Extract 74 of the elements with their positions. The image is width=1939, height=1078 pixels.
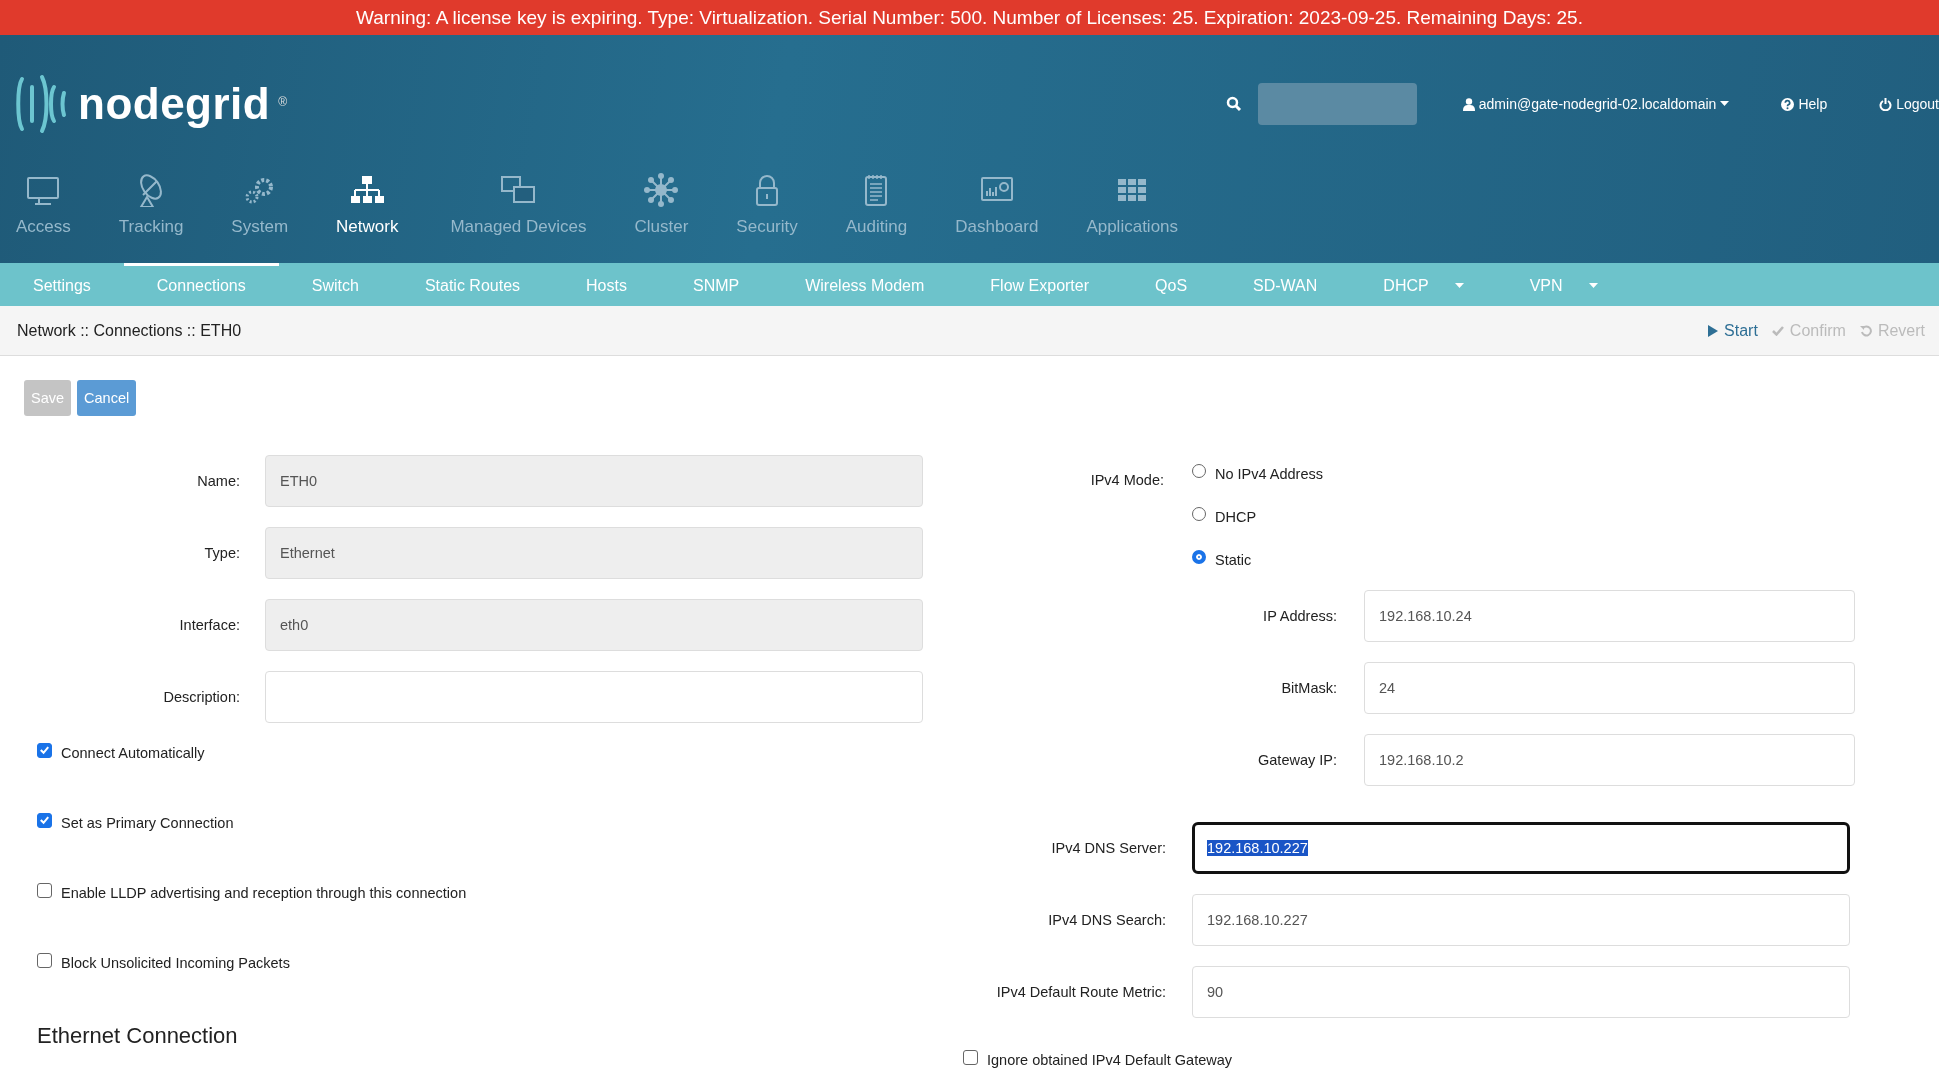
- text-field[interactable]: 192.168.10.227: [1192, 894, 1850, 946]
- undo-icon: [1859, 324, 1872, 337]
- radio-label: No IPv4 Address: [1215, 466, 1323, 482]
- play-icon: [1708, 324, 1719, 337]
- section-heading: Ethernet Connection: [37, 1023, 239, 1049]
- sub-nav-tab[interactable]: VPN: [1496, 263, 1631, 306]
- logo-wordmark: nodegrid: [78, 79, 271, 129]
- checkbox-label: Block Unsolicited Incoming Packets: [61, 955, 290, 971]
- sub-nav-tab[interactable]: QoS: [1122, 263, 1221, 306]
- sub-nav-tab[interactable]: Flow Exporter: [957, 263, 1123, 306]
- main-nav-tab[interactable]: Tracking: [94, 173, 208, 237]
- sub-nav-tab[interactable]: Settings: [0, 263, 124, 306]
- checkbox-label: Set as Primary Connection: [61, 815, 234, 831]
- radio-label: DHCP: [1215, 509, 1257, 525]
- main-nav-tab[interactable]: Access: [6, 173, 95, 237]
- toolbar-action[interactable]: Start: [1708, 321, 1758, 340]
- field-label: IPv4 Default Route Metric:: [995, 984, 1167, 1000]
- checkbox[interactable]: [37, 812, 52, 828]
- hub-nodes-icon: [643, 173, 680, 207]
- field-label: IPv4 DNS Search:: [1047, 912, 1167, 928]
- field-label: Interface:: [178, 617, 241, 633]
- logout-link[interactable]: Logout: [1879, 96, 1939, 112]
- checkbox[interactable]: [963, 1049, 978, 1065]
- main-nav-tab[interactable]: System: [207, 173, 313, 237]
- radio-label: Static: [1215, 552, 1252, 568]
- form-button[interactable]: Cancel: [77, 380, 137, 416]
- main-nav-tab[interactable]: Dashboard: [931, 173, 1063, 237]
- main-nav-tab[interactable]: Security: [712, 173, 822, 237]
- main-nav-tab[interactable]: Auditing: [821, 173, 932, 237]
- field-label: BitMask:: [1280, 680, 1338, 696]
- radio-button[interactable]: [1192, 550, 1206, 564]
- license-warning: Warning: A license key is expiring. Type: Virtualization. Serial Number: 500. Number of Licenses: 25. Expiration: 2023-09-25. Remaining Days: 25.: [355, 6, 1584, 30]
- checkbox[interactable]: [37, 742, 52, 758]
- question-icon: [1781, 97, 1795, 111]
- sub-nav-tab[interactable]: Static Routes: [391, 263, 554, 306]
- text-field[interactable]: 24: [1364, 662, 1855, 714]
- check-icon: [1771, 325, 1784, 336]
- checkbox-label: Enable LLDP advertising and reception through this connection: [61, 885, 467, 901]
- text-field[interactable]: 192.168.10.24: [1364, 590, 1855, 642]
- registered-mark: ®: [278, 95, 288, 109]
- user-menu[interactable]: admin@gate-nodegrid-02.localdomain: [1462, 96, 1730, 112]
- user-icon: [1462, 97, 1475, 111]
- caret-icon: [1720, 101, 1730, 107]
- sub-nav-tab[interactable]: DHCP: [1350, 263, 1497, 306]
- main-nav-tab[interactable]: Cluster: [610, 173, 713, 237]
- power-icon: [1879, 97, 1893, 111]
- checkbox-label: Ignore obtained IPv4 Default Gateway: [987, 1052, 1233, 1068]
- text-field[interactable]: 90: [1192, 966, 1850, 1018]
- field-label: Name:: [196, 473, 241, 489]
- checkbox-label: Connect Automatically: [61, 745, 205, 761]
- sub-nav-tab[interactable]: SD-WAN: [1220, 263, 1351, 306]
- text-field[interactable]: 192.168.10.227: [1192, 822, 1850, 874]
- main-nav-tab[interactable]: Managed Devices: [426, 173, 611, 237]
- selected-text: 192.168.10.227: [1207, 840, 1308, 856]
- help-link[interactable]: Help: [1781, 96, 1828, 112]
- checkbox[interactable]: [37, 952, 52, 968]
- main-nav-tab[interactable]: Network: [312, 173, 427, 237]
- breadcrumb: Network :: Connections :: ETH0: [17, 321, 243, 340]
- checkbox[interactable]: [37, 882, 52, 898]
- field-label: IPv4 Mode:: [1089, 471, 1165, 490]
- field-label: IPv4 DNS Server:: [1050, 840, 1167, 856]
- search-icon[interactable]: [1225, 96, 1242, 112]
- search-field[interactable]: [1257, 83, 1417, 125]
- sub-nav-tab[interactable]: SNMP: [659, 263, 773, 306]
- sub-nav-tab[interactable]: Switch: [278, 263, 392, 306]
- field-label: Type:: [203, 545, 241, 561]
- field-label: Gateway IP:: [1257, 752, 1338, 768]
- field-label: IP Address:: [1262, 608, 1338, 624]
- sub-nav-tab[interactable]: Hosts: [553, 263, 660, 306]
- sub-nav-tab[interactable]: Wireless Modem: [772, 263, 958, 306]
- main-nav-tab[interactable]: Applications: [1062, 173, 1203, 237]
- field-label: Description:: [162, 689, 241, 705]
- text-field[interactable]: [265, 671, 923, 723]
- text-field[interactable]: 192.168.10.2: [1364, 734, 1855, 786]
